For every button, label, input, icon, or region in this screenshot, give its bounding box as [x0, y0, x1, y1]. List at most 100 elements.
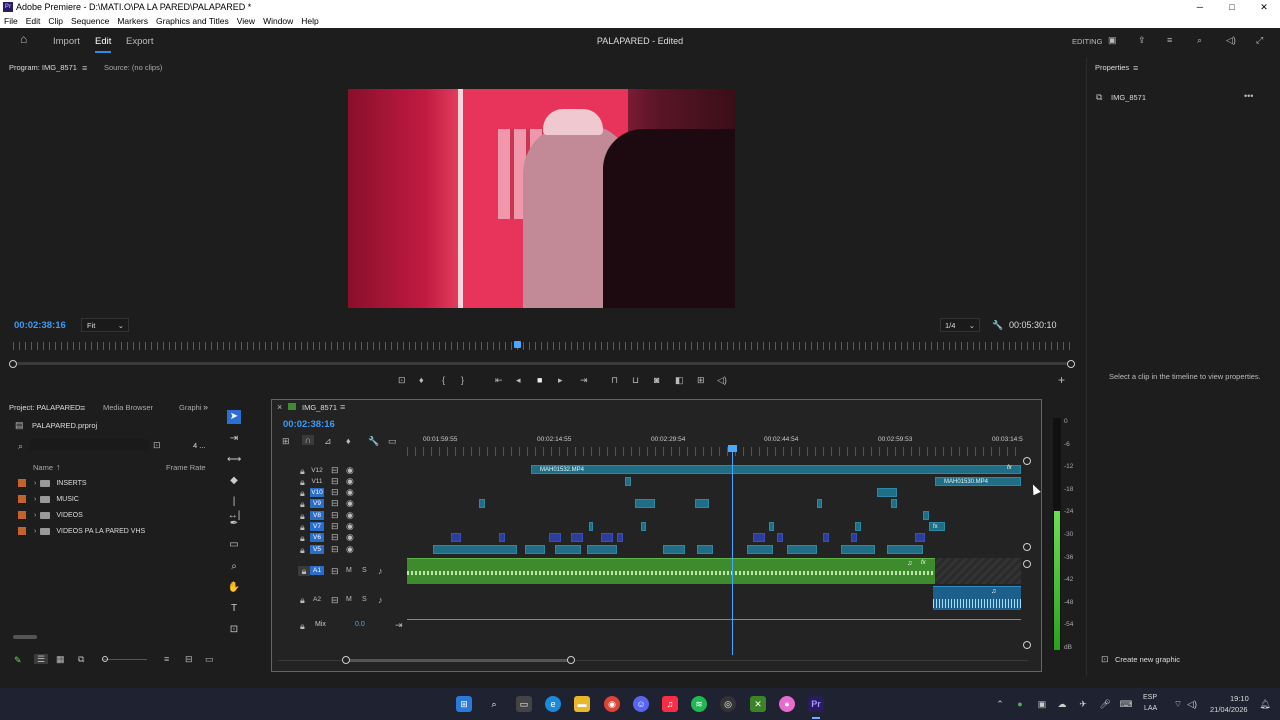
snap-icon[interactable]: ∩ [302, 435, 314, 445]
search-icon[interactable]: ⌕ [1197, 35, 1202, 45]
app-icon[interactable]: ◎ [720, 696, 736, 712]
video-clip[interactable] [549, 533, 561, 542]
lock-icon[interactable]: 🔒︎ [300, 522, 305, 532]
more-icon[interactable]: ••• [1244, 91, 1253, 101]
mute-icon[interactable]: M [346, 566, 352, 576]
sync-lock-icon[interactable]: ⊟ [331, 521, 339, 531]
list-view-icon[interactable]: ☰ [34, 654, 48, 664]
microphone-icon[interactable]: 🎤︎ [1097, 696, 1113, 712]
sync-lock-icon[interactable]: ⊟ [331, 566, 339, 576]
sync-lock-icon[interactable]: ⊟ [331, 544, 339, 554]
menu-view[interactable]: View [233, 15, 259, 28]
video-clip[interactable] [663, 545, 685, 554]
video-clip[interactable] [571, 533, 583, 542]
close-tab-icon[interactable]: × [277, 402, 282, 412]
caption-tool-icon[interactable]: ⊡ [227, 623, 241, 637]
track-label[interactable]: A2 [310, 595, 324, 604]
lock-icon[interactable]: 🔒︎ [300, 511, 305, 521]
list-item[interactable]: › INSERTS [18, 479, 87, 491]
scroll-handle[interactable] [342, 656, 350, 664]
track-label[interactable]: V10 [310, 488, 324, 497]
horizontal-scroll-thumb[interactable] [346, 659, 572, 662]
program-timecode[interactable]: 00:02:38:16 [14, 320, 66, 331]
video-clip[interactable] [747, 545, 773, 554]
track-label[interactable]: V5 [310, 545, 324, 554]
rectangle-tool-icon[interactable]: ▭ [227, 538, 241, 552]
lock-icon[interactable]: 🔒︎ [298, 566, 310, 576]
list-item[interactable]: › VIDEOS [18, 511, 83, 523]
panel-menu-icon[interactable]: ≡ [340, 402, 345, 412]
expand-icon[interactable]: › [34, 496, 36, 503]
solo-icon[interactable]: S [362, 566, 367, 576]
browser-icon[interactable]: ● [779, 696, 795, 712]
go-to-out-icon[interactable]: ⇥ [580, 375, 588, 385]
menu-edit[interactable]: Edit [22, 15, 45, 28]
scroll-handle[interactable] [1023, 457, 1031, 465]
hand-tool-icon[interactable]: ✋ [227, 581, 241, 595]
timeline-tab[interactable]: IMG_8571 [302, 403, 337, 412]
track-label[interactable]: V9 [310, 499, 324, 508]
tab-properties[interactable]: Properties [1095, 63, 1129, 72]
column-frame-rate[interactable]: Frame Rate [166, 463, 206, 472]
volume-icon[interactable]: ◁) [1184, 696, 1200, 712]
video-clip[interactable] [787, 545, 817, 554]
panel-menu-icon[interactable]: ≡ [1133, 63, 1138, 73]
zoom-slider-handle[interactable] [102, 656, 108, 662]
video-clip[interactable]: MAH01530.MP4 [935, 477, 1021, 486]
video-clip[interactable] [823, 533, 829, 542]
video-clip[interactable]: MAH01532.MP4 [531, 465, 1021, 474]
automate-icon[interactable]: ⊟ [185, 654, 193, 664]
spotify-icon[interactable]: ≋ [691, 696, 707, 712]
lock-icon[interactable]: 🔒︎ [300, 545, 305, 555]
tab-project[interactable]: Project: PALAPARED [9, 403, 80, 412]
eye-icon[interactable]: ◉ [346, 510, 354, 520]
video-clip[interactable] [877, 488, 897, 497]
scrub-start-handle[interactable] [9, 360, 17, 368]
video-clip[interactable] [479, 499, 485, 508]
menu-clip[interactable]: Clip [44, 15, 67, 28]
video-clip[interactable] [887, 545, 923, 554]
new-bin-icon[interactable]: ⊡ [153, 440, 161, 450]
settings-wrench-icon[interactable]: 🔧 [368, 436, 379, 446]
video-clip[interactable] [891, 499, 897, 508]
slip-tool-icon[interactable]: |↔| [227, 495, 241, 521]
zoom-tool-icon[interactable]: ⌕ [227, 560, 241, 574]
video-clip[interactable] [451, 533, 461, 542]
file-explorer-icon[interactable]: ▬ [574, 696, 590, 712]
vr-icon[interactable]: ⊞ [697, 375, 705, 385]
tab-media-browser[interactable]: Media Browser [103, 403, 153, 412]
mark-out-icon[interactable]: } [461, 375, 464, 385]
panel-menu-icon[interactable]: ≡ [80, 403, 85, 413]
video-clip[interactable] [851, 533, 857, 542]
lock-icon[interactable]: 🔒︎ [300, 499, 305, 509]
track-label[interactable]: V11 [310, 477, 324, 486]
video-clip[interactable] [635, 499, 655, 508]
video-clip[interactable] [499, 533, 505, 542]
nest-icon[interactable]: ⊞ [282, 436, 290, 446]
expand-icon[interactable]: › [34, 512, 36, 519]
eye-icon[interactable]: ◉ [346, 476, 354, 486]
tray-icon[interactable]: ▣ [1034, 696, 1050, 712]
discord-icon[interactable]: ☺ [633, 696, 649, 712]
timeline-playhead[interactable] [732, 447, 733, 655]
lock-icon[interactable]: 🔒︎ [300, 488, 305, 498]
volume-icon[interactable]: ◁) [1226, 35, 1236, 45]
program-playhead[interactable] [514, 341, 521, 348]
video-clip[interactable] [589, 522, 593, 531]
video-clip[interactable] [617, 533, 623, 542]
video-clip[interactable] [817, 499, 822, 508]
video-clip[interactable] [753, 533, 765, 542]
language-indicator[interactable]: ESP [1143, 694, 1157, 701]
lock-icon[interactable]: 🔒︎ [300, 477, 305, 487]
extract-icon[interactable]: ⊔ [632, 375, 639, 385]
minecraft-icon[interactable]: ✕ [750, 696, 766, 712]
freeform-view-icon[interactable]: ⧉ [78, 654, 84, 664]
video-clip[interactable] [855, 522, 861, 531]
mic-icon[interactable]: ♪ [378, 595, 383, 605]
menu-file[interactable]: File [0, 15, 22, 28]
icon-view-icon[interactable]: ▦ [56, 654, 65, 664]
expand-icon[interactable]: › [34, 480, 36, 487]
menu-graphics[interactable]: Graphics and Titles [152, 15, 233, 28]
pen-tool-icon[interactable]: ✒ [227, 517, 241, 531]
camera-icon[interactable]: ◙ [654, 375, 659, 385]
